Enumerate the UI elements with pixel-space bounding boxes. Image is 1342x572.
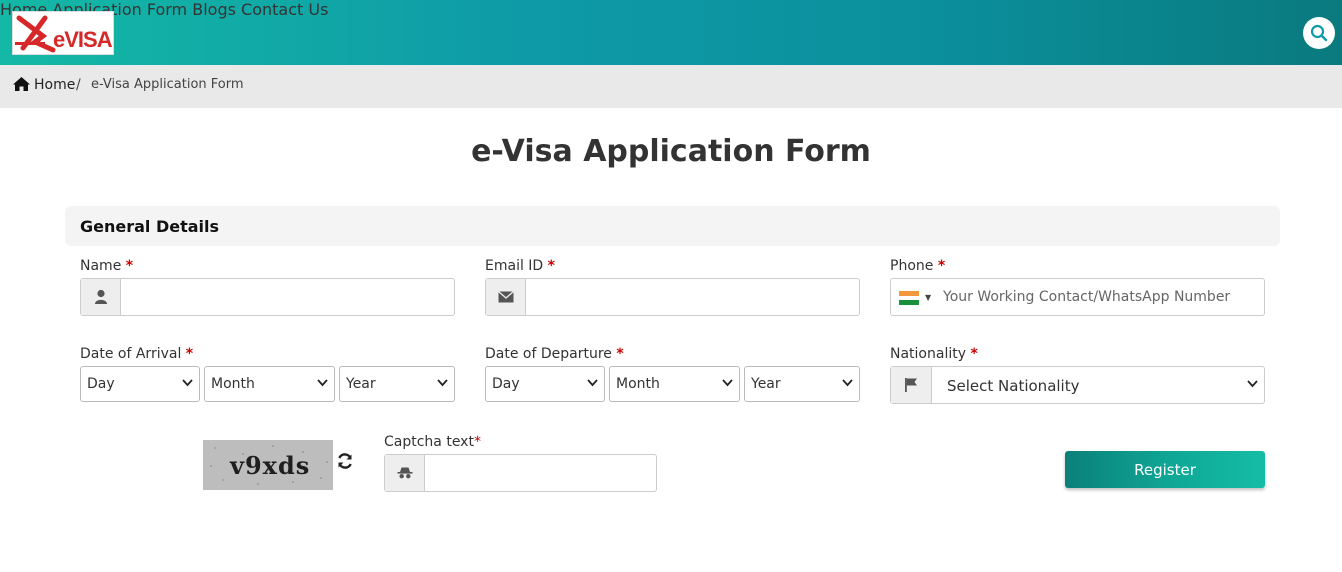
breadcrumb-separator: / [76, 77, 81, 93]
arrival-year-value: Year [346, 376, 376, 392]
flag-icon [891, 367, 932, 403]
departure-year-value: Year [751, 376, 781, 392]
page-title: e-Visa Application Form [471, 134, 871, 169]
top-navbar: eVISA Home Application Form Blogs Contac… [0, 0, 1342, 65]
required-marker: * [970, 346, 978, 362]
required-marker: * [185, 346, 194, 362]
section-title: General Details [80, 217, 220, 236]
arrival-label-text: Date of Arrival [80, 346, 182, 362]
name-label: Name * [80, 258, 133, 274]
refresh-captcha-button[interactable] [336, 452, 354, 474]
breadcrumb-home-link[interactable]: Home [34, 77, 75, 93]
departure-day-value: Day [492, 376, 520, 392]
name-input[interactable] [121, 279, 454, 315]
section-header-general-details: General Details [65, 206, 1280, 246]
required-marker: * [937, 258, 946, 274]
search-button[interactable] [1303, 17, 1335, 49]
evisa-logo[interactable]: eVISA [12, 11, 114, 55]
register-button[interactable]: Register [1065, 451, 1265, 488]
arrival-day-value: Day [87, 376, 115, 392]
chevron-down-icon [437, 379, 448, 387]
departure-month-select[interactable]: Month [609, 366, 740, 402]
departure-month-value: Month [616, 376, 660, 392]
email-input-group [485, 278, 860, 316]
chevron-down-icon [587, 379, 598, 387]
nav-contact-us[interactable]: Contact Us [241, 0, 328, 19]
captcha-label-text: Captcha text [384, 434, 474, 450]
captcha-image: v9xds [203, 440, 333, 490]
arrival-day-select[interactable]: Day [80, 366, 200, 402]
departure-label: Date of Departure * [485, 346, 624, 362]
incognito-icon [385, 455, 425, 491]
nationality-value: Select Nationality [947, 377, 1080, 395]
breadcrumb-current: e-Visa Application Form [91, 77, 244, 92]
country-caret-icon[interactable]: ▼ [925, 293, 931, 302]
refresh-icon [338, 453, 352, 469]
arrival-year-select[interactable]: Year [339, 366, 455, 402]
phone-input[interactable] [943, 279, 1258, 315]
phone-label-text: Phone [890, 258, 934, 274]
email-label: Email ID * [485, 258, 555, 274]
nationality-label: Nationality * [890, 346, 978, 362]
arrival-month-value: Month [211, 376, 255, 392]
nav-blogs[interactable]: Blogs [192, 0, 236, 19]
chevron-down-icon [842, 379, 853, 387]
home-icon[interactable] [12, 76, 31, 92]
required-marker: * [473, 434, 481, 450]
search-icon [1310, 24, 1328, 42]
arrival-month-select[interactable]: Month [204, 366, 335, 402]
nationality-label-text: Nationality [890, 346, 967, 362]
required-marker: * [125, 258, 134, 274]
chevron-down-icon [317, 379, 328, 387]
phone-label: Phone * [890, 258, 945, 274]
chevron-down-icon [722, 379, 733, 387]
departure-day-select[interactable]: Day [485, 366, 605, 402]
chevron-down-icon [1247, 380, 1258, 388]
departure-year-select[interactable]: Year [744, 366, 860, 402]
user-icon [81, 279, 121, 315]
email-input[interactable] [526, 279, 859, 315]
india-flag-icon[interactable] [899, 291, 919, 305]
logo-text: eVISA [53, 27, 113, 52]
required-marker: * [616, 346, 624, 362]
envelope-icon [486, 279, 526, 315]
departure-label-text: Date of Departure [485, 346, 612, 362]
nationality-select[interactable]: Select Nationality [890, 366, 1265, 404]
name-label-text: Name [80, 258, 122, 274]
name-input-group [80, 278, 455, 316]
breadcrumb: Home / e-Visa Application Form [0, 65, 1342, 108]
captcha-image-text: v9xds [230, 451, 311, 480]
captcha-label: Captcha text* [384, 434, 481, 450]
arrival-label: Date of Arrival * [80, 346, 193, 362]
required-marker: * [547, 258, 555, 274]
captcha-input-group [384, 454, 657, 492]
phone-input-group: ▼ [890, 278, 1265, 316]
chevron-down-icon [182, 379, 193, 387]
captcha-input[interactable] [425, 455, 656, 491]
email-label-text: Email ID [485, 258, 544, 274]
